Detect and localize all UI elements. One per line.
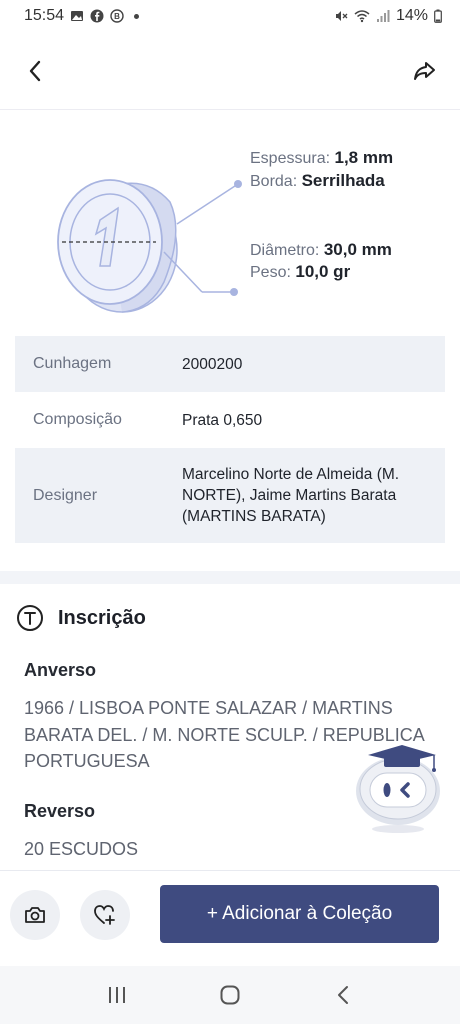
battery-percent: 14% — [395, 7, 428, 24]
table-row: Designer Marcelino Norte de Almeida (M. … — [15, 448, 445, 543]
back-button[interactable] — [20, 56, 50, 86]
camera-icon — [25, 907, 45, 923]
inscription-header: Inscrição — [16, 604, 146, 632]
obverse-label: Anverso — [24, 660, 97, 680]
edge-label: Borda: — [250, 173, 298, 190]
signal-icon — [376, 10, 390, 22]
recent-apps-icon — [108, 987, 125, 1003]
status-bar: 15:54 B 14% — [0, 0, 460, 32]
system-nav-bar — [0, 966, 460, 1024]
share-button[interactable] — [410, 56, 440, 86]
assistant-mascot-icon[interactable] — [350, 745, 445, 835]
weight-spec: Peso: 10,0 gr — [250, 262, 350, 282]
row-key: Cunhagem — [33, 355, 112, 372]
notification-dot-icon — [134, 13, 140, 19]
coin-illustration — [57, 179, 242, 313]
heart-plus-icon — [94, 905, 115, 925]
row-key: Designer — [33, 486, 98, 504]
chevron-left-icon — [29, 60, 41, 81]
gallery-icon — [71, 11, 84, 21]
app-bar — [0, 32, 460, 110]
home-button[interactable] — [210, 975, 250, 1015]
section-divider — [0, 571, 460, 584]
status-time: 15:54 — [24, 7, 65, 24]
system-back-button[interactable] — [323, 975, 363, 1015]
add-to-collection-button[interactable]: + Adicionar à Coleção — [160, 885, 439, 943]
coin-specs: Espessura: 1,8 mm Borda: Serrilhada Diâm… — [0, 112, 460, 332]
edge-value: Serrilhada — [301, 171, 385, 190]
details-table: Cunhagem 2000200 Composição Prata 0,650 … — [15, 336, 445, 543]
thickness-label: Espessura: — [250, 150, 331, 167]
weight-label: Peso: — [250, 264, 291, 281]
mute-icon — [335, 11, 348, 21]
recent-apps-button[interactable] — [97, 975, 137, 1015]
back-arrow-icon — [338, 986, 349, 1004]
thickness-value: 1,8 mm — [334, 148, 394, 167]
diameter-value: 30,0 mm — [323, 240, 392, 259]
text-t-icon — [17, 605, 43, 631]
diameter-spec: Diâmetro: 30,0 mm — [250, 240, 392, 260]
b-app-icon: B — [110, 9, 124, 23]
diameter-label: Diâmetro: — [250, 242, 320, 259]
table-row: Composição Prata 0,650 — [15, 392, 445, 448]
svg-text:B: B — [114, 12, 120, 21]
wifi-icon — [354, 10, 370, 23]
thickness-spec: Espessura: 1,8 mm — [250, 148, 393, 168]
reverse-label: Reverso — [24, 801, 96, 821]
facebook-icon — [90, 9, 104, 23]
row-value: Marcelino Norte de Almeida (M. NORTE), J… — [182, 466, 400, 525]
table-row: Cunhagem 2000200 — [15, 336, 445, 392]
row-key: Composição — [33, 411, 122, 428]
wishlist-button[interactable] — [80, 890, 130, 940]
battery-icon — [434, 9, 442, 23]
inscription-title: Inscrição — [58, 606, 146, 629]
camera-button[interactable] — [10, 890, 60, 940]
reverse-text: 20 ESCUDOS — [24, 839, 139, 859]
row-value: Prata 0,650 — [182, 411, 263, 429]
edge-spec: Borda: Serrilhada — [250, 171, 385, 191]
home-icon — [220, 985, 240, 1005]
share-icon — [414, 61, 435, 80]
action-bar: + Adicionar à Coleção — [0, 870, 460, 966]
row-value: 2000200 — [182, 355, 243, 373]
weight-value: 10,0 gr — [295, 262, 351, 281]
